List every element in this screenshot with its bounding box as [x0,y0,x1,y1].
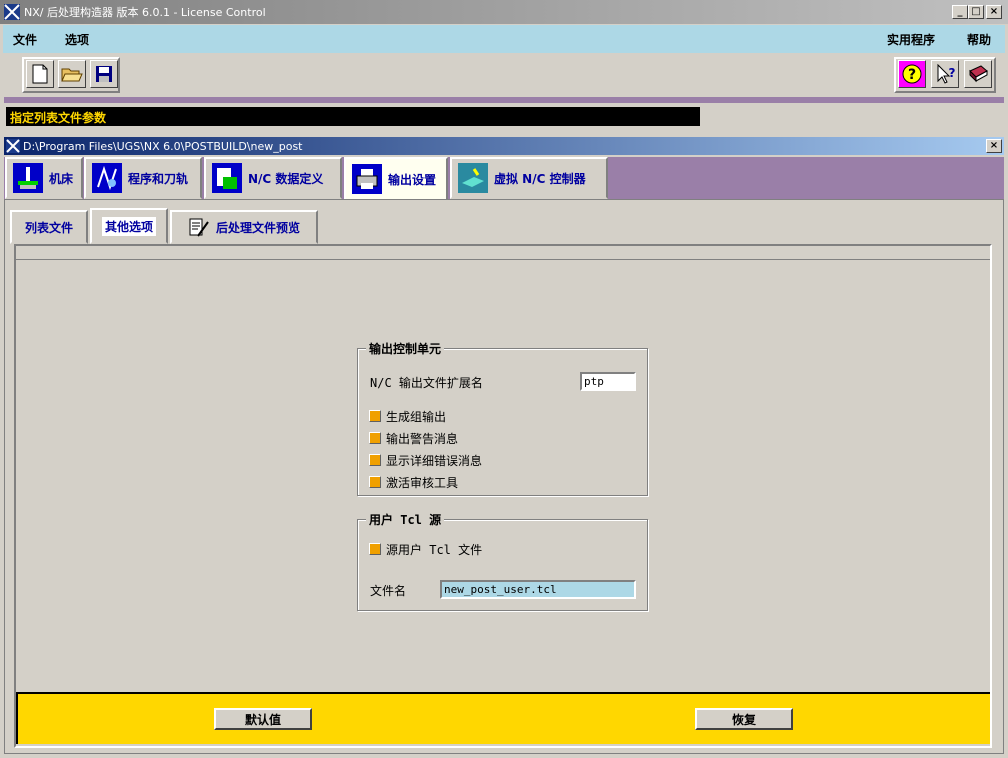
menu-utilities[interactable]: 实用程序 [887,31,935,48]
machine-tool-icon [13,163,43,193]
subtab-list-file[interactable]: 列表文件 [10,210,88,244]
svg-text:?: ? [949,66,956,80]
printer-icon [352,164,382,194]
main-title-bar: NX/ 后处理构造器 版本 6.0.1 - License Control [0,0,1008,24]
menu-options[interactable]: 选项 [65,31,89,48]
nc-extension-label: N/C 输出文件扩展名 [370,376,483,390]
nc-data-icon [212,163,242,193]
menu-file[interactable]: 文件 [13,31,37,48]
detailed-error-checkbox[interactable] [369,454,381,466]
status-divider [4,97,1004,103]
output-control-title: 输出控制单元 [366,340,445,357]
book-icon [969,65,988,83]
warning-messages-checkbox[interactable] [369,432,381,444]
detailed-error-label: 显示详细错误消息 [386,454,483,468]
tab-output-settings[interactable]: 输出设置 [344,157,448,201]
minimize-button[interactable]: _ [952,5,968,19]
status-message: 指定列表文件参数 [10,111,107,125]
context-help-button[interactable]: ? [931,60,959,88]
help-button[interactable]: ? [898,60,926,88]
menu-help[interactable]: 帮助 [967,31,991,48]
program-toolpath-icon [92,163,122,193]
source-user-tcl-checkbox[interactable] [369,543,381,555]
document-pen-icon [189,218,209,237]
group-output-label: 生成组输出 [386,410,447,424]
filename-input[interactable]: new_post_user.tcl [440,580,636,599]
subwindow-title-bar: D:\Program Files\UGS\NX 6.0\POSTBUILD\ne… [4,137,1004,155]
new-file-button[interactable] [26,60,54,88]
options-panel [14,244,992,748]
subwindow-title: D:\Program Files\UGS\NX 6.0\POSTBUILD\ne… [23,139,303,153]
app-title: NX/ 后处理构造器 版本 6.0.1 - License Control [24,6,266,19]
question-icon: ? [902,64,922,84]
group-output-checkbox[interactable] [369,410,381,422]
warning-messages-label: 输出警告消息 [386,432,459,446]
subtab-other-options[interactable]: 其他选项 [90,208,168,244]
tab-program-toolpath[interactable]: 程序和刀轨 [84,157,202,199]
restore-button[interactable]: 恢复 [695,708,793,730]
close-button[interactable]: × [986,5,1002,19]
default-button[interactable]: 默认值 [214,708,312,730]
review-tool-label: 激活审核工具 [386,476,459,490]
tab-machine-tool[interactable]: 机床 [5,157,83,199]
status-bar: 指定列表文件参数 [6,107,700,126]
save-disk-icon [96,66,112,82]
filename-label: 文件名 [370,584,407,598]
tab-virtual-nc-controller[interactable]: 虚拟 N/C 控制器 [450,157,608,199]
save-file-button[interactable] [90,60,118,88]
subtab-post-file-preview[interactable]: 后处理文件预览 [170,210,318,244]
virtual-controller-icon [458,163,488,193]
tab-nc-data-definition[interactable]: N/C 数据定义 [204,157,342,199]
subwindow-close-button[interactable]: × [986,139,1002,153]
maximize-button[interactable]: □ [968,5,984,19]
footer-bar [16,692,990,744]
subwindow-logo-icon [6,139,20,153]
svg-text:?: ? [908,67,916,83]
review-tool-checkbox[interactable] [369,476,381,488]
app-logo-icon [4,4,20,20]
manual-button[interactable] [964,60,992,88]
new-file-icon [32,64,48,84]
pointer-question-icon: ? [937,63,956,84]
source-user-tcl-label: 源用户 Tcl 文件 [386,543,483,557]
user-tcl-title: 用户 Tcl 源 [366,511,445,528]
open-file-button[interactable] [58,60,86,88]
menu-bar: 文件 选项 实用程序 帮助 [3,25,1005,53]
open-folder-icon [61,68,83,82]
options-panel-top-bevel [16,246,990,260]
nc-extension-input[interactable]: ptp [580,372,636,391]
